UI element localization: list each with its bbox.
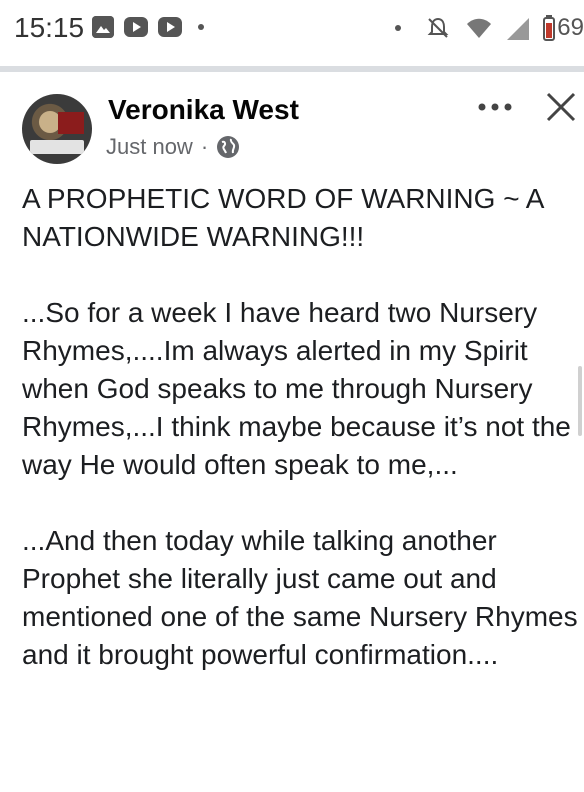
meta-separator: · <box>200 134 209 159</box>
avatar[interactable] <box>22 94 92 164</box>
battery-icon <box>543 15 556 41</box>
mute-icon <box>427 17 449 38</box>
battery-percent: 69 <box>557 14 584 41</box>
close-button[interactable] <box>544 90 584 130</box>
gallery-icon <box>92 16 114 38</box>
post-meta: Just now · <box>106 134 240 160</box>
youtube-icon <box>158 17 182 37</box>
status-icons-left <box>92 16 204 38</box>
status-bar: 15:15 69 <box>0 0 584 56</box>
close-icon <box>546 92 576 122</box>
post-body: A PROPHETIC WORD OF WARNING ~ A NATIONWI… <box>22 180 582 674</box>
status-icons-right: 69 <box>389 14 584 42</box>
notification-dot-icon <box>395 25 402 31</box>
divider <box>0 66 584 72</box>
wifi-icon <box>467 18 492 38</box>
youtube-icon <box>124 17 148 37</box>
more-icon <box>478 103 512 111</box>
status-time: 15:15 <box>14 12 85 43</box>
globe-icon <box>217 136 240 158</box>
signal-icon <box>507 18 530 40</box>
more-button[interactable] <box>470 92 520 122</box>
notification-dot-icon <box>198 24 204 30</box>
post-timestamp[interactable]: Just now <box>106 134 193 160</box>
author-name[interactable]: Veronika West <box>108 94 299 126</box>
post-paragraph: A PROPHETIC WORD OF WARNING ~ A NATIONWI… <box>22 183 551 252</box>
post-paragraph: ...So for a week I have heard two Nurser… <box>22 297 579 480</box>
post-paragraph: ...And then today while talking another … <box>22 525 578 670</box>
